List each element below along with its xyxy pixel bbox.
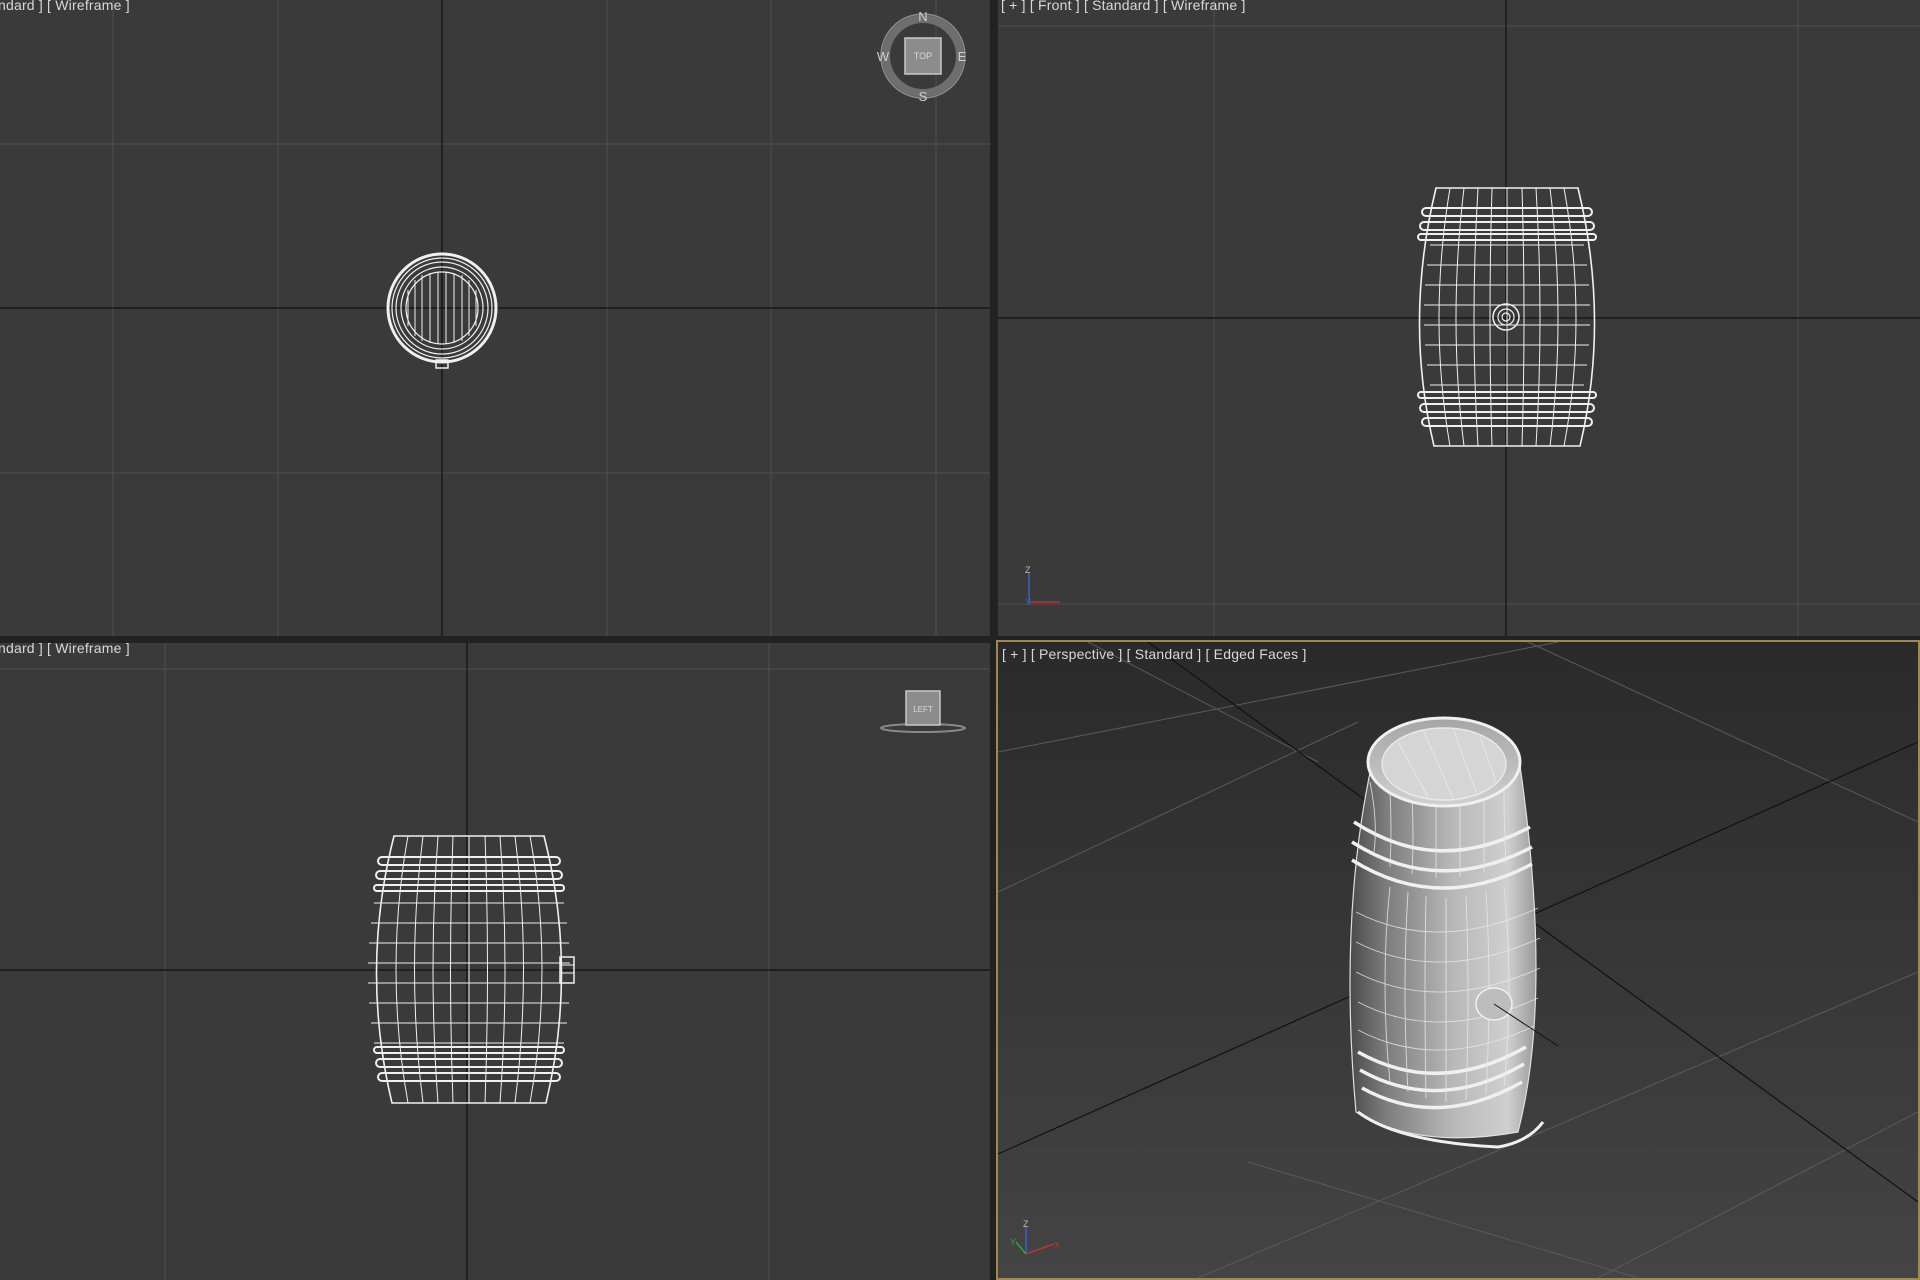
axis-z-label: Z	[1023, 1219, 1029, 1229]
viewport-perspective[interactable]: Z Y X [ + ] [ Perspective ] [ Standard ]…	[996, 640, 1920, 1280]
viewport-left[interactable]: LEFT andard ] [ Wireframe ]	[0, 643, 990, 1280]
viewport-label-perspective[interactable]: [ + ] [ Perspective ] [ Standard ] [ Edg…	[1002, 646, 1307, 662]
viewcube-face-label[interactable]: TOP	[914, 51, 932, 61]
viewport-label-front[interactable]: [ + ] [ Front ] [ Standard ] [ Wireframe…	[1001, 0, 1246, 13]
left-grid	[0, 643, 990, 1280]
top-viewcube[interactable]: TOP N S E W	[877, 9, 967, 104]
front-axis-tripod: Z Y	[1025, 565, 1060, 607]
perspective-view-canvas[interactable]: Z Y X	[998, 642, 1918, 1278]
viewport-top[interactable]: TOP N S E W andard ] [ Wireframe ]	[0, 0, 990, 636]
compass-west-label: W	[877, 49, 890, 64]
viewport-label-top[interactable]: andard ] [ Wireframe ]	[0, 0, 130, 13]
axis-y-label: Y	[1025, 597, 1031, 607]
front-world-axes	[998, 0, 1920, 636]
left-world-axes	[0, 643, 990, 1280]
axis-x-label: X	[1054, 1240, 1060, 1250]
axis-z-label: Z	[1025, 565, 1031, 575]
viewcube-face-label[interactable]: LEFT	[913, 705, 933, 714]
left-view-canvas[interactable]: LEFT	[0, 643, 990, 1280]
compass-north-label: N	[918, 9, 927, 24]
axis-y-label: Y	[1010, 1237, 1016, 1247]
top-view-canvas[interactable]: TOP N S E W	[0, 0, 990, 636]
barrel-front-wireframe[interactable]	[1417, 187, 1597, 447]
compass-south-label: S	[919, 89, 928, 104]
viewport-front[interactable]: Z Y [ + ] [ Front ] [ Standard ] [ Wiref…	[998, 0, 1920, 636]
front-view-canvas[interactable]: Z Y	[998, 0, 1920, 636]
left-viewcube[interactable]: LEFT	[880, 690, 966, 733]
viewport-label-left[interactable]: andard ] [ Wireframe ]	[0, 643, 130, 656]
compass-east-label: E	[958, 49, 967, 64]
